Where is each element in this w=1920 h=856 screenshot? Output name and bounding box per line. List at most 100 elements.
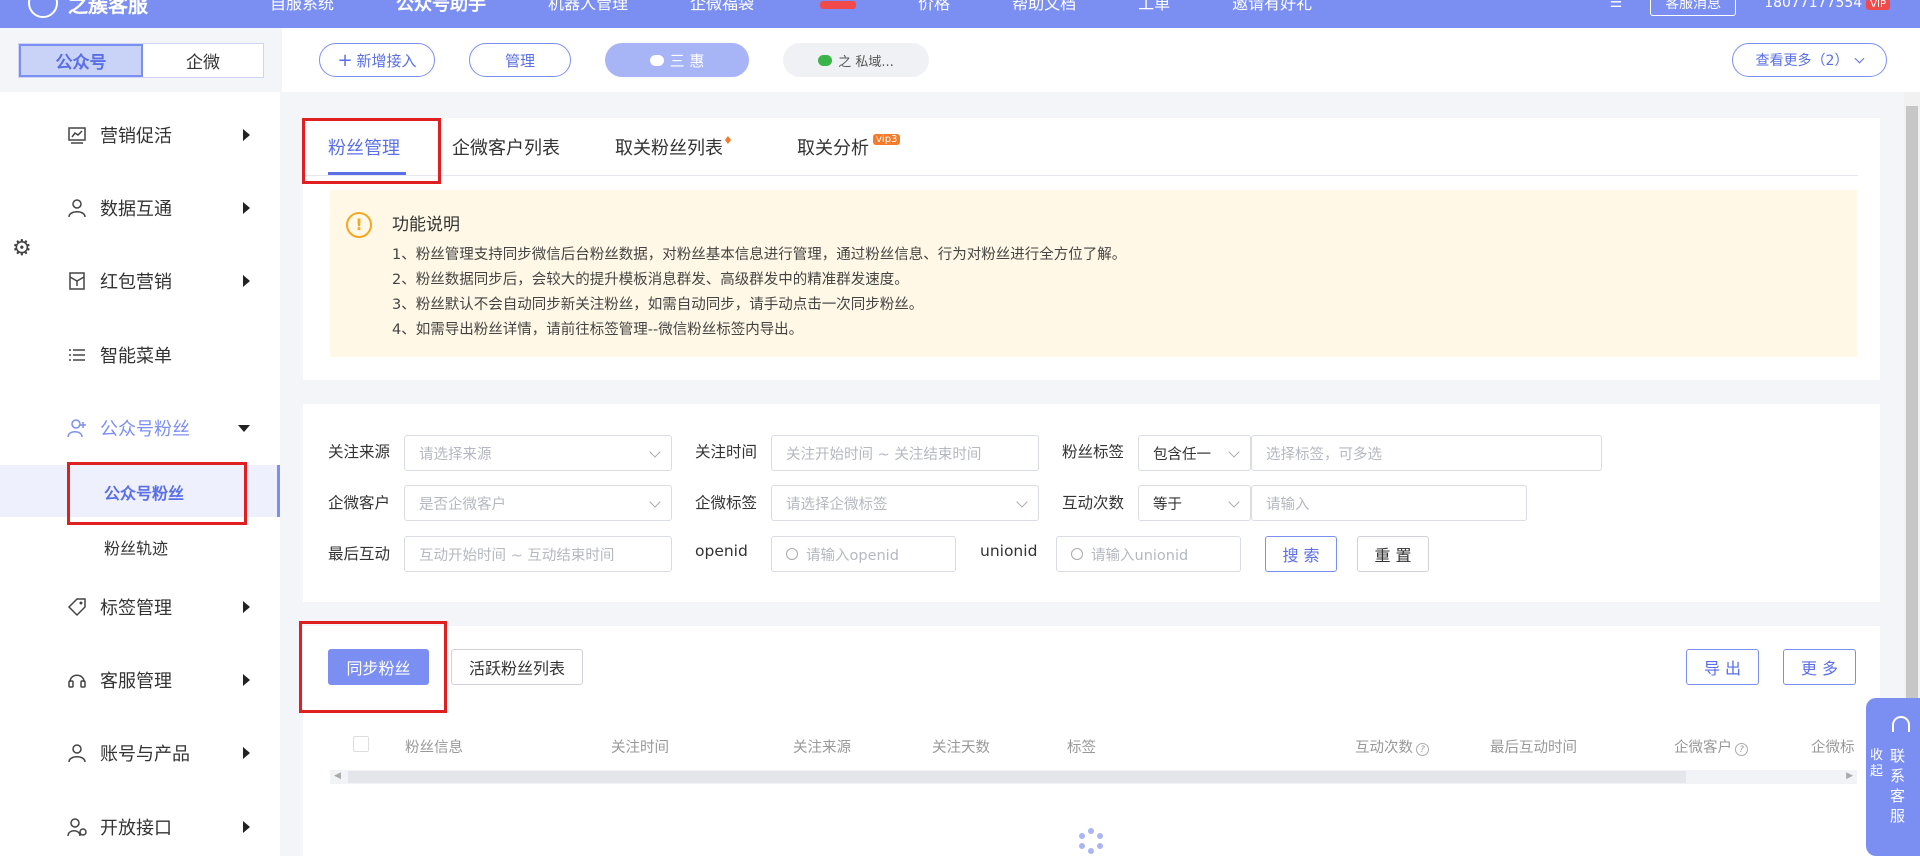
manage-button[interactable]: 管理 — [469, 43, 571, 77]
loading-spinner-icon — [1078, 828, 1104, 854]
chevron-down-icon — [1228, 446, 1240, 458]
notice-line: 1、粉丝管理支持同步微信后台粉丝数据，对粉丝基本信息进行管理，通过粉丝信息、行为… — [392, 247, 1127, 263]
tab-unfollow-analysis[interactable]: 取关分析 vip3 — [797, 134, 901, 160]
sidebar-item-account-product[interactable]: 账号与产品 — [66, 738, 256, 768]
wechat-icon — [649, 54, 664, 66]
view-more-accounts-button[interactable]: 查看更多（2） — [1732, 43, 1887, 77]
interact-count-input[interactable]: 请输入 — [1251, 485, 1527, 521]
nav-item-wecom-bag[interactable]: 企微福袋 — [690, 0, 857, 16]
last-interact-range-input[interactable]: 互动开始时间 ~ 互动结束时间 — [404, 536, 672, 572]
source-select[interactable]: 请选择来源 — [404, 435, 672, 471]
feature-notice: ! 功能说明 1、粉丝管理支持同步微信后台粉丝数据，对粉丝基本信息进行管理，通过… — [330, 190, 1857, 357]
scroll-left-icon[interactable]: ◀ — [334, 771, 341, 781]
table-header: 粉丝信息 关注时间 关注来源 关注天数 标签 互动次数? 最后互动时间 企微客户… — [330, 722, 1857, 768]
scrollbar-thumb[interactable] — [348, 771, 1686, 783]
chevron-down-icon — [238, 424, 250, 432]
tag-icon — [66, 596, 88, 618]
col-fans-info: 粉丝信息 — [405, 740, 463, 756]
col-follow-days: 关注天数 — [932, 740, 990, 756]
chevron-down-icon — [1228, 496, 1240, 508]
list-icon — [66, 344, 88, 366]
follow-time-range-input[interactable]: 关注开始时间 ~ 关注结束时间 — [771, 435, 1039, 471]
active-fans-list-button[interactable]: 活跃粉丝列表 — [451, 649, 583, 685]
sidebar-item-customer-service[interactable]: 客服管理 — [66, 665, 256, 695]
account-tab-1[interactable]: 三 惠 — [605, 43, 749, 77]
highlight-box — [299, 621, 447, 713]
topbar-right: ☰ 客服消息 18077177554 VIP — [1610, 0, 1890, 16]
chevron-down-icon — [649, 446, 661, 458]
unionid-input[interactable]: 请输入unionid — [1056, 536, 1241, 572]
switch-official[interactable]: 公众号 — [19, 44, 143, 77]
user-gear-icon — [66, 816, 88, 838]
vip-badge: vip3 — [873, 134, 901, 145]
fans-tabs: 粉丝管理 企微客户列表 取关粉丝列表♦ 取关分析 vip3 — [303, 118, 1858, 176]
select-all-checkbox[interactable] — [353, 736, 369, 752]
openid-input[interactable]: 请输入openid — [771, 536, 956, 572]
sidebar-item-fans[interactable]: 公众号粉丝 — [66, 413, 256, 443]
nav-item-tickets[interactable]: 工单 — [1138, 0, 1170, 16]
col-interact-count: 互动次数? — [1355, 736, 1429, 757]
nav-item-help-docs[interactable]: 帮助文档 — [1012, 0, 1076, 16]
search-button[interactable]: 搜 索 — [1265, 536, 1337, 572]
highlight-box — [67, 462, 247, 525]
sidebar-item-data-sync[interactable]: 数据互通 — [66, 193, 256, 223]
chart-icon — [66, 124, 88, 146]
col-last-interact-time: 最后互动时间 — [1490, 740, 1577, 756]
logo-icon — [28, 0, 58, 18]
brand-logo[interactable]: 之簇客服 — [28, 0, 148, 18]
contact-service-float[interactable]: 收起 联系客服 — [1866, 698, 1920, 856]
nav-item-invite[interactable]: 邀请有好礼 — [1232, 0, 1312, 16]
export-button[interactable]: 导 出 — [1686, 649, 1759, 685]
wecom-customer-select[interactable]: 是否企微客户 — [404, 485, 672, 521]
red-packet-icon — [66, 270, 88, 292]
wechat-icon — [818, 54, 833, 66]
help-icon[interactable]: ? — [1416, 743, 1429, 756]
sidebar-item-tags[interactable]: 标签管理 — [66, 592, 256, 622]
chevron-right-icon — [243, 202, 250, 214]
interact-mode-select[interactable]: 等于 — [1138, 485, 1251, 521]
col-tags: 标签 — [1067, 740, 1096, 756]
scroll-right-icon[interactable]: ▶ — [1846, 771, 1853, 781]
sidebar-subitem-fans-trace[interactable]: 粉丝轨迹 — [104, 535, 168, 559]
more-button[interactable]: 更 多 — [1783, 649, 1856, 685]
account-tab-2[interactable]: 之 私域... — [783, 43, 929, 77]
wecom-tag-select[interactable]: 请选择企微标签 — [771, 485, 1039, 521]
tab-wecom-customer-list[interactable]: 企微客户列表 — [452, 134, 560, 160]
sidebar-item-marketing[interactable]: 营销促活 — [66, 120, 256, 150]
warning-icon: ! — [346, 212, 372, 238]
fans-tag-mode-select[interactable]: 包含任一 — [1138, 435, 1251, 471]
contact-service-label: 联系客服 — [1890, 747, 1906, 825]
gear-icon[interactable]: ⚙ — [12, 236, 32, 261]
bell-icon[interactable]: ☰ — [1610, 0, 1623, 11]
sidebar-item-smart-menu[interactable]: 智能菜单 — [66, 340, 256, 370]
nav-item-self-service[interactable]: 自服系统 — [270, 0, 334, 16]
account-type-switch: 公众号 企微 — [18, 43, 264, 78]
chevron-down-icon — [1016, 496, 1028, 508]
help-icon[interactable]: ? — [1735, 743, 1748, 756]
reset-button[interactable]: 重 置 — [1357, 536, 1429, 572]
nav-item-price[interactable]: 价格 — [918, 0, 950, 16]
switch-wecom[interactable]: 企微 — [143, 44, 263, 77]
sidebar-item-open-api[interactable]: 开放接口 — [66, 812, 256, 842]
sidebar-item-red-packet[interactable]: 红包营销 — [66, 266, 256, 296]
headset-icon — [66, 669, 88, 691]
filter-label-openid: openid — [695, 542, 748, 560]
table-horizontal-scrollbar[interactable]: ◀ ▶ — [330, 770, 1857, 784]
user-phone[interactable]: 18077177554 VIP — [1764, 0, 1890, 11]
chevron-right-icon — [243, 601, 250, 613]
service-message-button[interactable]: 客服消息 — [1650, 0, 1737, 16]
notice-line: 3、粉丝默认不会自动同步新关注粉丝，如需自动同步，请手动点击一次同步粉丝。 — [392, 297, 924, 313]
add-access-button[interactable]: + 新增接入 — [319, 43, 435, 77]
filter-label-source: 关注来源 — [328, 443, 391, 461]
user-icon — [66, 197, 88, 219]
notice-title: 功能说明 — [392, 215, 460, 235]
nav-item-official-assistant[interactable]: 公众号助手 — [396, 0, 486, 16]
collapse-button[interactable]: 收起 — [1870, 748, 1884, 780]
col-follow-source: 关注来源 — [793, 740, 851, 756]
chevron-right-icon — [243, 129, 250, 141]
col-wecom-tag: 企微标 — [1811, 740, 1855, 756]
fans-tag-select[interactable]: 选择标签，可多选 — [1251, 435, 1602, 471]
tab-unfollow-list[interactable]: 取关粉丝列表♦ — [615, 134, 733, 160]
nav-item-robot[interactable]: 机器人管理 — [548, 0, 628, 16]
col-follow-time: 关注时间 — [611, 740, 669, 756]
